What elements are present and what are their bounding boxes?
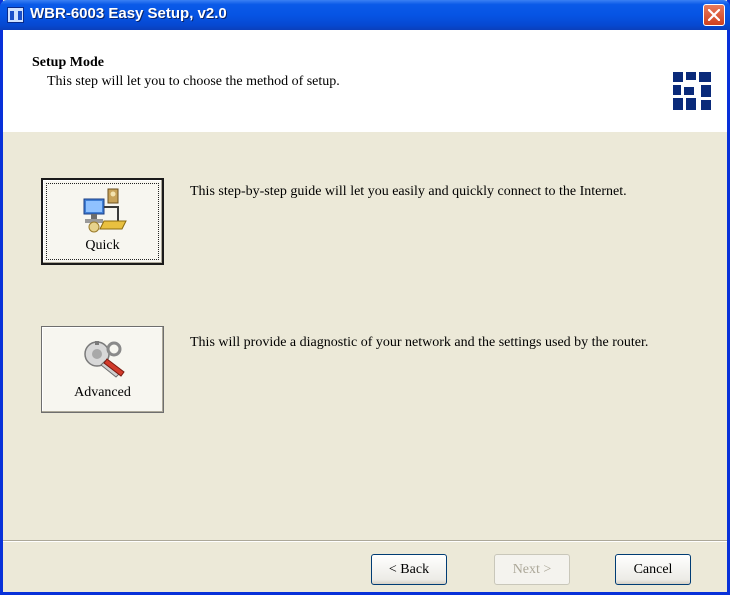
step-title: Setup Mode: [32, 55, 104, 70]
close-button[interactable]: [703, 4, 725, 26]
app-window-icon: [7, 7, 24, 23]
quick-setup-button[interactable]: Quick: [41, 178, 164, 265]
title-bar[interactable]: WBR-6003 Easy Setup, v2.0: [0, 0, 730, 30]
step-subtitle: This step will let you to choose the met…: [47, 74, 340, 89]
step-header: Setup Mode This step will let you to cho…: [3, 30, 727, 132]
setup-window: WBR-6003 Easy Setup, v2.0 Setup Mode Thi…: [0, 0, 730, 595]
footer-divider-highlight: [3, 541, 727, 542]
quick-setup-description: This step-by-step guide will let you eas…: [190, 184, 627, 199]
wrench-settings-icon: [84, 341, 125, 378]
cancel-button[interactable]: Cancel: [615, 554, 691, 585]
advanced-setup-button[interactable]: Advanced: [41, 326, 164, 413]
close-icon: [708, 9, 720, 21]
quick-setup-label: Quick: [85, 238, 120, 253]
brand-logo: [673, 72, 711, 110]
header-divider: [3, 131, 727, 132]
advanced-setup-description: This will provide a diagnostic of your n…: [190, 335, 649, 350]
network-wizard-icon: [83, 188, 127, 233]
next-button[interactable]: Next >: [494, 554, 570, 585]
back-button[interactable]: < Back: [371, 554, 447, 585]
window-title: WBR-6003 Easy Setup, v2.0: [30, 5, 227, 22]
advanced-setup-label: Advanced: [74, 385, 131, 400]
